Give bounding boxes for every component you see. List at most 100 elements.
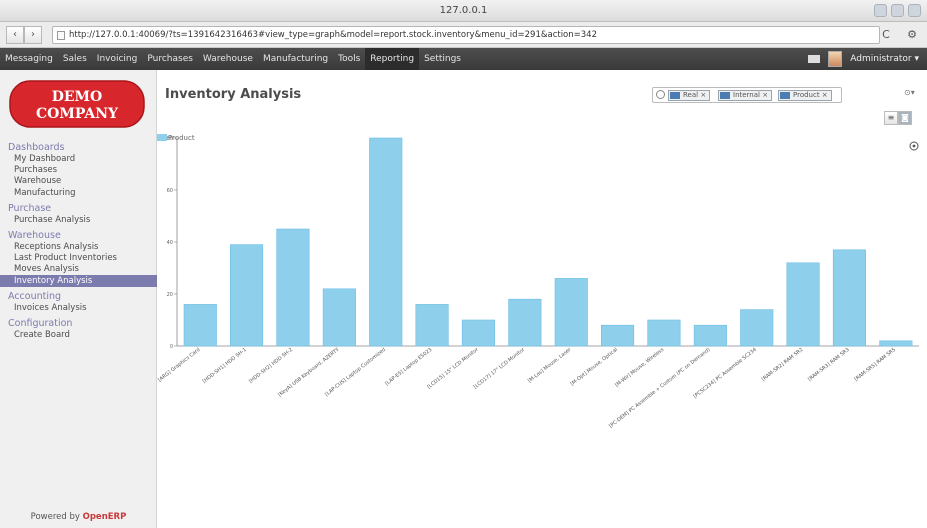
top-menu-item-manufacturing[interactable]: Manufacturing bbox=[258, 48, 333, 70]
close-button[interactable] bbox=[908, 4, 921, 17]
sidebar: DEMO COMPANY Dashboards My Dashboard Purch… bbox=[0, 70, 157, 528]
powered-by[interactable]: Powered by OpenERP bbox=[0, 512, 157, 522]
sidebar-item-invoices-analysis[interactable]: Invoices Analysis bbox=[14, 303, 87, 313]
sidebar-section-purchase: Purchase bbox=[8, 202, 52, 214]
bar[interactable] bbox=[879, 340, 913, 347]
bar[interactable] bbox=[369, 137, 403, 347]
back-button[interactable]: ‹ bbox=[6, 26, 24, 44]
browser-toolbar: ‹ › http://127.0.0.1:40069/?ts=139164231… bbox=[0, 22, 927, 48]
minimize-button[interactable] bbox=[874, 4, 887, 17]
bar[interactable] bbox=[276, 228, 310, 347]
top-menu-item-warehouse[interactable]: Warehouse bbox=[198, 48, 258, 70]
bar[interactable] bbox=[647, 319, 681, 347]
top-menu-item-invoicing[interactable]: Invoicing bbox=[92, 48, 143, 70]
search-options-icon[interactable]: ⊙▾ bbox=[904, 88, 915, 97]
top-menu-item-settings[interactable]: Settings bbox=[419, 48, 466, 70]
search-facet-label: Internal × bbox=[733, 91, 769, 99]
page-title: Inventory Analysis bbox=[165, 87, 302, 102]
search-facet[interactable]: Internal × bbox=[718, 90, 773, 101]
logo-line-2: COMPANY bbox=[36, 106, 119, 122]
top-menu-item-messaging[interactable]: Messaging bbox=[0, 48, 58, 70]
powered-by-prefix: Powered by bbox=[30, 512, 83, 522]
x-category-label: [HDD-SH2] HDD SH-2 bbox=[248, 347, 294, 385]
y-tick-label: 60 bbox=[167, 188, 173, 194]
top-menu: Messaging Sales Invoicing Purchases Warehous… bbox=[0, 48, 927, 70]
page-icon bbox=[57, 31, 65, 40]
x-category-label: [HDD-SH1] HDD SH-1 bbox=[202, 347, 248, 385]
search-icon[interactable] bbox=[656, 90, 665, 99]
chart-area: Product 0 20 40 60 80 [ARG] Graphics Card [HDD-… bbox=[157, 130, 927, 528]
mail-icon[interactable] bbox=[808, 55, 821, 63]
address-bar[interactable]: http://127.0.0.1:40069/?ts=1391642316463… bbox=[52, 26, 880, 44]
sidebar-item-purchase-analysis[interactable]: Purchase Analysis bbox=[14, 215, 90, 225]
bar[interactable] bbox=[508, 298, 542, 347]
list-view-button[interactable]: ≡ bbox=[884, 111, 898, 125]
sidebar-section-configuration: Configuration bbox=[8, 318, 73, 329]
company-logo[interactable]: DEMO COMPANY bbox=[9, 80, 145, 128]
search-facet-label: Real × bbox=[683, 91, 707, 99]
search-facet-label: Product × bbox=[793, 91, 828, 99]
legend-swatch bbox=[157, 134, 167, 141]
sidebar-section-accounting: Accounting bbox=[8, 290, 62, 302]
logo-line-1: DEMO bbox=[52, 89, 103, 105]
bar[interactable] bbox=[554, 278, 588, 347]
top-menu-item-reporting[interactable]: Reporting bbox=[365, 48, 420, 70]
user-menu[interactable]: Administrator ▾ bbox=[850, 54, 919, 64]
sidebar-item-create-board[interactable]: Create Board bbox=[14, 330, 70, 340]
bar[interactable] bbox=[461, 319, 496, 347]
avatar[interactable] bbox=[828, 51, 843, 67]
sidebar-item-warehouse[interactable]: Warehouse bbox=[14, 176, 61, 186]
sidebar-item-purchases[interactable]: Purchases bbox=[14, 165, 57, 175]
sidebar-item-last-product-inventories[interactable]: Last Product Inventories bbox=[14, 253, 117, 263]
chart-options-icon-dot bbox=[912, 144, 916, 148]
maximize-button[interactable] bbox=[891, 4, 904, 17]
x-category-label: [M-Las] Mouse, Laser bbox=[527, 346, 573, 384]
search-facet[interactable]: Product × bbox=[778, 90, 832, 101]
powered-by-brand: OpenERP bbox=[82, 512, 127, 522]
top-menu-item-purchases[interactable]: Purchases bbox=[142, 48, 198, 70]
search-bar[interactable]: Real × Internal × Product × bbox=[652, 87, 842, 103]
y-tick-label: 20 bbox=[167, 292, 173, 298]
x-category-label: [M-Wir] Mouse, Wireless bbox=[614, 347, 665, 389]
sidebar-item-my-dashboard[interactable]: My Dashboard bbox=[14, 154, 75, 164]
view-switcher: ≡ ◙ bbox=[884, 111, 912, 125]
bar[interactable] bbox=[230, 244, 264, 347]
y-tick-label: 80 bbox=[167, 136, 173, 142]
search-facet[interactable]: Real × bbox=[668, 90, 711, 101]
filter-icon bbox=[670, 92, 680, 99]
x-category-label: [ARG] Graphics Card bbox=[157, 347, 201, 384]
bar[interactable] bbox=[322, 288, 356, 347]
filter-icon bbox=[720, 92, 730, 99]
x-category-label: [LCD17] 17" LCD Monitor bbox=[473, 346, 527, 390]
top-menu-item-sales[interactable]: Sales bbox=[58, 48, 92, 70]
sidebar-item-receptions-analysis[interactable]: Receptions Analysis bbox=[14, 242, 99, 252]
x-category-label: [RAM-SR3] RAM SR3 bbox=[807, 347, 851, 383]
bar[interactable] bbox=[832, 249, 867, 347]
nav-buttons: ‹ › bbox=[6, 26, 42, 44]
top-menu-item-tools[interactable]: Tools bbox=[333, 48, 365, 70]
x-category-label: [LAP-E5] Laptop E5023 bbox=[384, 347, 433, 387]
browser-menu-icon[interactable]: ⚙ bbox=[903, 26, 921, 44]
graph-view-button[interactable]: ◙ bbox=[898, 111, 912, 125]
bar[interactable] bbox=[600, 324, 635, 347]
bar[interactable] bbox=[786, 262, 820, 347]
window-titlebar: 127.0.0.1 bbox=[0, 0, 927, 22]
top-menu-right: Administrator ▾ bbox=[808, 48, 919, 70]
bar[interactable] bbox=[693, 324, 727, 347]
bar[interactable] bbox=[415, 304, 449, 347]
sidebar-item-moves-analysis[interactable]: Moves Analysis bbox=[14, 264, 79, 274]
bar[interactable] bbox=[183, 304, 217, 347]
y-tick-label: 0 bbox=[170, 344, 173, 350]
sidebar-item-inventory-analysis[interactable]: Inventory Analysis bbox=[0, 274, 157, 287]
x-category-label: [LCD15] 15" LCD Monitor bbox=[426, 346, 480, 390]
sidebar-section-warehouse: Warehouse bbox=[8, 230, 61, 241]
forward-button[interactable]: › bbox=[24, 26, 42, 44]
bar[interactable] bbox=[740, 309, 774, 347]
sidebar-item-manufacturing[interactable]: Manufacturing bbox=[14, 188, 76, 198]
x-category-label: [M-Opt] Mouse, Optical bbox=[570, 347, 619, 387]
bar-chart: Product020406080[ARG] Graphics Card [HDD-… bbox=[157, 134, 919, 430]
y-tick-label: 40 bbox=[167, 240, 173, 246]
url-text: http://127.0.0.1:40069/?ts=1391642316463… bbox=[69, 30, 597, 40]
x-category-label: [PC-DEM] PC Assemble + Custom (PC on Dem… bbox=[608, 347, 711, 430]
reload-button[interactable]: C bbox=[877, 26, 895, 44]
